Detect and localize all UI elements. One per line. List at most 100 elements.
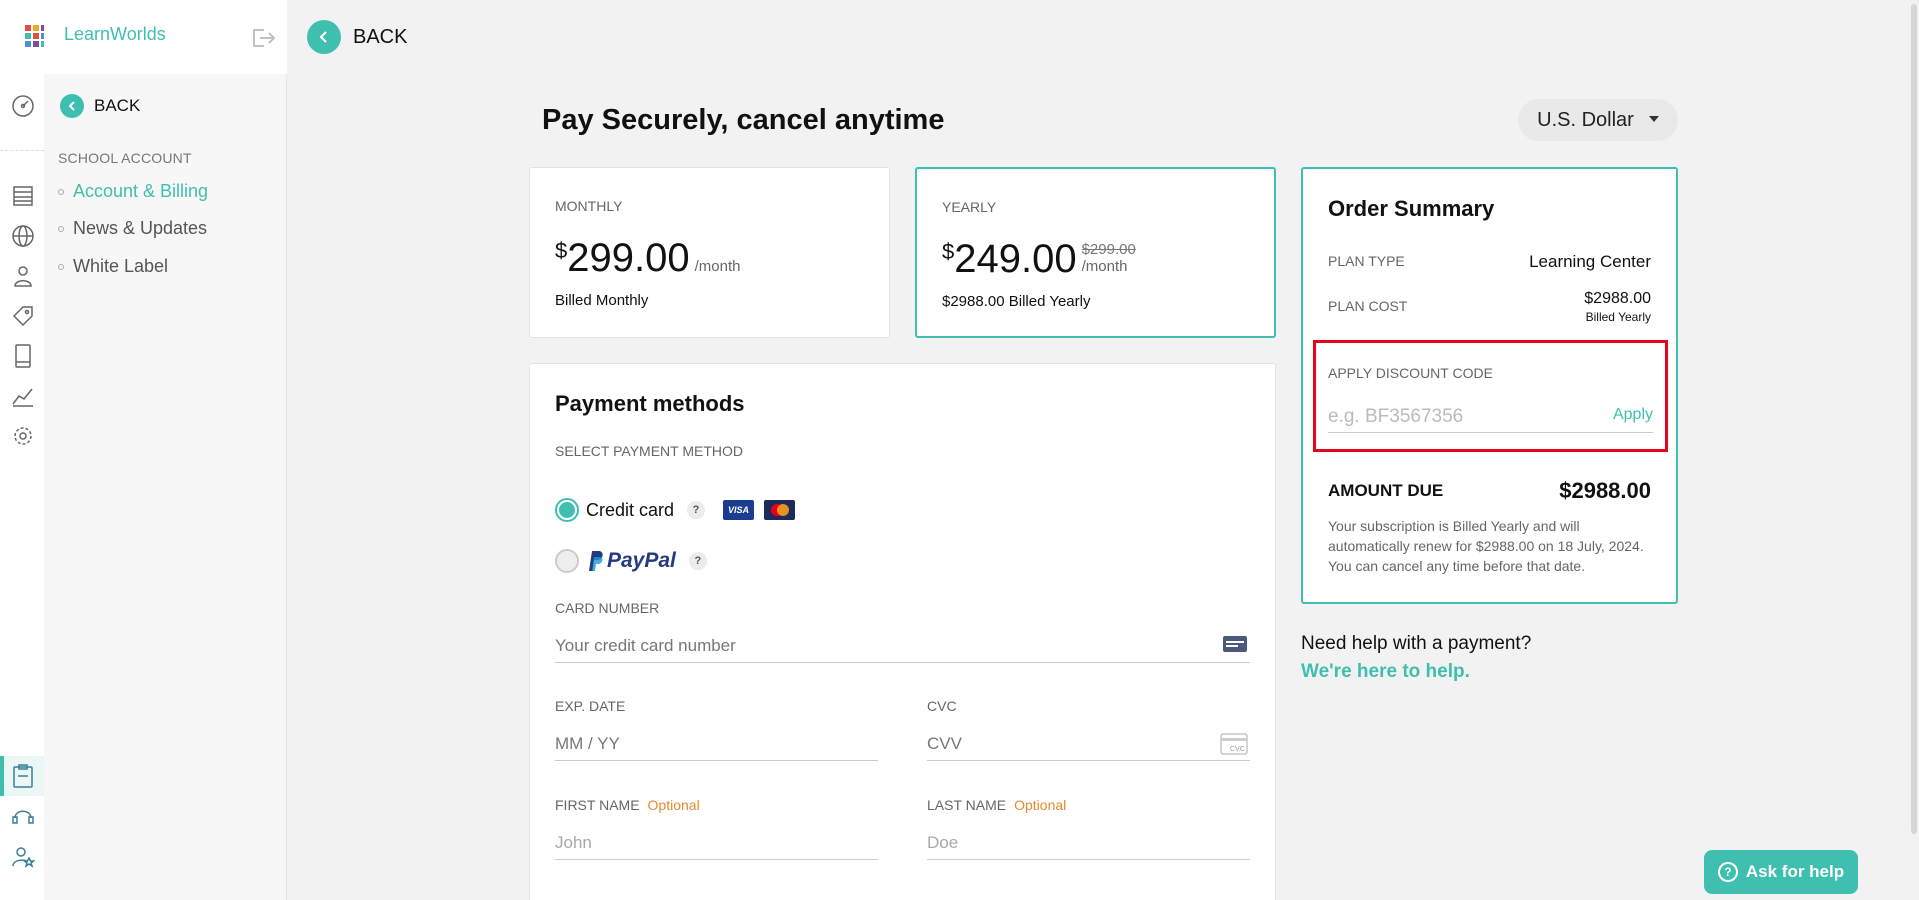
last-name-label: LAST NAME Optional [927, 797, 1066, 813]
credit-card-icon [1223, 636, 1247, 652]
rail-active-indicator [0, 756, 4, 796]
card-number-field[interactable] [555, 629, 1250, 663]
price-period: /month [694, 258, 741, 275]
payment-option-label: Credit card [586, 499, 675, 520]
support-headset-icon[interactable] [10, 803, 36, 829]
plan-cost-value: $2988.00 [1584, 290, 1651, 307]
sidebar-item-news-updates[interactable]: News & Updates [58, 218, 207, 239]
analytics-icon[interactable] [10, 383, 36, 409]
last-name-input[interactable] [927, 826, 1250, 859]
icon-rail [0, 0, 54, 900]
exp-date-input[interactable] [555, 727, 878, 760]
user-star-icon[interactable] [10, 843, 36, 869]
tag-icon[interactable] [10, 303, 36, 329]
sidebar-back-label: BACK [94, 96, 141, 115]
header-back-label: BACK [353, 25, 408, 48]
plan-billing-note: $2988.00 Billed Yearly [942, 293, 1091, 310]
last-name-label-text: LAST NAME [927, 797, 1007, 813]
page-title: Pay Securely, cancel anytime [542, 104, 945, 136]
settings-gear-icon[interactable] [10, 423, 36, 449]
currency-symbol: $ [942, 239, 955, 264]
mobile-icon[interactable] [10, 343, 36, 369]
header-back-button[interactable]: BACK [307, 20, 407, 54]
ask-for-help-label: Ask for help [1745, 862, 1845, 881]
section-label: SCHOOL ACCOUNT [58, 150, 192, 166]
cvc-field[interactable]: CVC [927, 727, 1250, 761]
plan-cost-label: PLAN COST [1328, 298, 1408, 314]
pages-icon[interactable] [10, 183, 36, 209]
sidebar-item-label: News & Updates [73, 218, 208, 238]
ask-for-help-button[interactable]: ? Ask for help [1704, 850, 1858, 894]
settings-sidebar: LearnWorlds BACK SCHOOL ACCOUNT Account … [44, 0, 287, 900]
paypal-p-icon [589, 551, 603, 571]
page-scrollbar[interactable] [1909, 0, 1919, 900]
rail-divider [0, 150, 44, 151]
card-number-input[interactable] [555, 629, 1250, 662]
currency-symbol: $ [555, 238, 568, 263]
scrollbar-thumb[interactable] [1911, 4, 1917, 834]
discount-field[interactable]: Apply [1328, 401, 1653, 433]
currency-select[interactable]: U.S. Dollar [1518, 99, 1678, 141]
old-price: $299.00 [1081, 241, 1136, 258]
first-name-label: FIRST NAME Optional [555, 797, 700, 813]
last-name-field[interactable] [927, 826, 1250, 860]
visa-logo-icon: VISA [723, 500, 755, 520]
first-name-input[interactable] [555, 826, 878, 859]
first-name-label-text: FIRST NAME [555, 797, 640, 813]
globe-icon[interactable] [10, 223, 36, 249]
plan-billing-note: Billed Monthly [555, 292, 649, 309]
optional-tag: Optional [647, 797, 700, 813]
first-name-field[interactable] [555, 826, 878, 860]
cvc-input[interactable] [927, 727, 1250, 760]
plan-card-yearly[interactable]: YEARLY $ 249.00 $299.00 /month $2988.00 … [915, 167, 1276, 338]
cvc-card-icon: CVC [1220, 733, 1248, 755]
sidebar-back-button[interactable]: BACK [60, 94, 140, 118]
price-period: /month [1081, 258, 1128, 275]
payment-option-paypal[interactable]: PayPal ? [555, 549, 707, 573]
sidebar-item-white-label[interactable]: White Label [58, 256, 168, 277]
payment-option-credit-card[interactable]: Credit card ? VISA [555, 498, 796, 522]
help-link[interactable]: We're here to help. [1301, 661, 1470, 683]
brand-header: LearnWorlds [44, 0, 287, 74]
paypal-wordmark: PayPal [607, 549, 676, 572]
brand-name: LearnWorlds [64, 24, 166, 44]
bullet-icon [58, 225, 64, 232]
credit-card-help-icon[interactable]: ? [687, 501, 706, 519]
plan-price: $ 249.00 $299.00 /month [942, 237, 1136, 281]
payment-title: Payment methods [555, 391, 745, 416]
plan-card-monthly[interactable]: MONTHLY $ 299.00 /month Billed Monthly [529, 167, 890, 338]
price-amount: 299.00 [567, 236, 690, 280]
discount-label: APPLY DISCOUNT CODE [1328, 365, 1493, 381]
plan-cost-note: Billed Yearly [1585, 310, 1651, 324]
plan-price: $ 299.00 /month [555, 236, 740, 280]
cvc-label: CVC [927, 698, 957, 714]
paypal-help-icon[interactable]: ? [688, 552, 707, 570]
chevron-left-icon [60, 94, 84, 118]
price-amount: 249.00 [954, 237, 1077, 281]
exp-date-label: EXP. DATE [555, 698, 626, 714]
paypal-radio[interactable] [555, 549, 579, 573]
sidebar-item-label: Account & Billing [73, 181, 209, 201]
currency-selected-value: U.S. Dollar [1537, 108, 1634, 131]
apply-discount-button[interactable]: Apply [1613, 406, 1653, 424]
exp-date-field[interactable] [555, 727, 878, 761]
radio-dot [559, 502, 575, 518]
mastercard-logo-icon [764, 500, 796, 520]
payment-subtitle: SELECT PAYMENT METHOD [555, 443, 743, 459]
clipboard-icon[interactable] [10, 763, 36, 789]
sidebar-item-account-billing[interactable]: Account & Billing [58, 181, 208, 202]
discount-code-input[interactable] [1328, 401, 1578, 432]
discount-code-section: APPLY DISCOUNT CODE Apply [1313, 340, 1668, 452]
logout-icon[interactable] [250, 26, 276, 50]
cvc-card-text: CVC [1230, 746, 1245, 753]
users-icon[interactable] [10, 263, 36, 289]
dashboard-icon[interactable] [10, 93, 36, 119]
help-question: Need help with a payment? [1301, 633, 1532, 654]
chevron-left-icon [307, 20, 341, 54]
plan-type-label: PLAN TYPE [1328, 253, 1405, 269]
credit-card-radio[interactable] [555, 498, 579, 522]
renewal-note: Your subscription is Billed Yearly and w… [1328, 518, 1644, 574]
price-compare: $299.00 /month [1082, 241, 1136, 275]
card-number-label: CARD NUMBER [555, 600, 660, 616]
plan-name: MONTHLY [555, 198, 623, 214]
